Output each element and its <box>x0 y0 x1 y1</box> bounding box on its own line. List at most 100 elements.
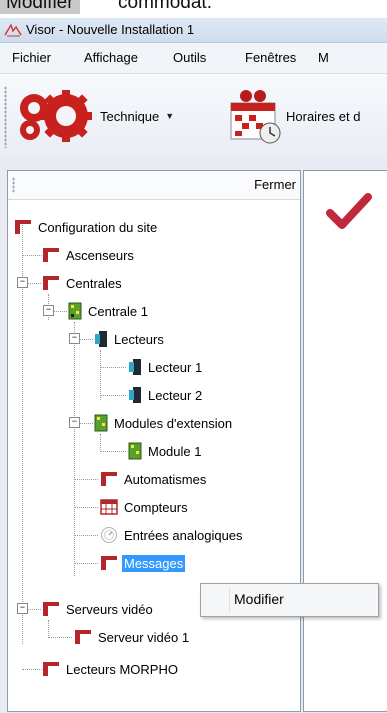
tree-line <box>48 620 49 638</box>
technique-button[interactable]: Technique ▼ <box>12 84 174 148</box>
caption-text: commodat. <box>118 0 212 13</box>
card-reader-icon <box>129 359 141 375</box>
main-area: Fermer − − − − − Configuration du site A… <box>0 158 387 713</box>
tree-item-ascenseurs[interactable]: Ascenseurs <box>42 244 136 266</box>
collapse-toggle[interactable]: − <box>69 333 80 344</box>
caption-strip: Modifier commodat. <box>0 0 387 18</box>
tree-line <box>74 322 75 576</box>
menu-affichage[interactable]: Affichage <box>84 50 138 65</box>
tree-item-centrale-1[interactable]: Centrale 1 <box>68 300 150 322</box>
tree-item-serveurs-video[interactable]: Serveurs vidéo <box>42 598 155 620</box>
red-folder-icon <box>15 220 31 234</box>
tree-item-label: Module 1 <box>148 443 202 459</box>
caption-highlighted-text: Modifier <box>0 0 80 14</box>
tree-item-label: Automatismes <box>124 471 207 487</box>
menu-more[interactable]: M <box>318 50 329 65</box>
gauge-icon <box>101 527 117 543</box>
tree-item-modules-extension[interactable]: Modules d'extension <box>94 412 234 434</box>
tree-item-serveur-video-1[interactable]: Serveur vidéo 1 <box>74 626 191 648</box>
toolbar: Technique ▼ Horaires et d <box>0 74 387 159</box>
panel-grip[interactable] <box>12 177 15 193</box>
card-reader-icon <box>129 387 141 403</box>
tree-item-label: Centrales <box>66 275 122 291</box>
red-folder-icon <box>75 630 91 644</box>
tree-line <box>100 367 126 368</box>
horaires-label: Horaires et d <box>286 108 361 124</box>
collapse-toggle[interactable]: − <box>69 417 80 428</box>
tree-item-lecteurs-morpho[interactable]: Lecteurs MORPHO <box>42 658 180 680</box>
menu-outils[interactable]: Outils <box>173 50 206 65</box>
menu-fichier[interactable]: Fichier <box>12 50 51 65</box>
site-config-panel: Fermer − − − − − Configuration du site A… <box>7 170 301 712</box>
counter-grid-icon <box>100 499 118 515</box>
tree-line <box>74 535 98 536</box>
tree-item-label: Serveur vidéo 1 <box>98 629 190 645</box>
tree-line <box>79 423 93 424</box>
site-tree: − − − − − Configuration du site Ascenseu… <box>8 199 300 709</box>
title-bar: Visor - Nouvelle Installation 1 <box>0 18 387 43</box>
tree-item-label: Modules d'extension <box>114 415 233 431</box>
tree-item-label: Entrées analogiques <box>124 527 243 543</box>
tree-item-entrees-analogiques[interactable]: Entrées analogiques <box>100 524 245 546</box>
extension-module-icon <box>128 442 142 460</box>
tree-item-centrales[interactable]: Centrales <box>42 272 124 294</box>
calendar-people-icon <box>230 90 281 144</box>
gears-icon <box>20 90 92 142</box>
menu-fenetres[interactable]: Fenêtres <box>245 50 296 65</box>
checkmark-icon <box>326 193 372 229</box>
context-menu-modifier[interactable]: Modifier <box>234 584 374 614</box>
red-folder-icon <box>43 602 59 616</box>
tree-line <box>100 395 126 396</box>
card-reader-icon <box>95 331 107 347</box>
tree-line <box>79 339 93 340</box>
tree-item-label: Configuration du site <box>38 219 158 235</box>
visor-logo-icon <box>4 23 22 37</box>
tree-line <box>100 434 101 452</box>
tree-line <box>48 637 72 638</box>
horaires-button[interactable]: Horaires et d <box>228 84 360 148</box>
tree-line <box>74 479 98 480</box>
red-folder-icon <box>43 248 59 262</box>
tree-item-label: Centrale 1 <box>88 303 148 319</box>
tree-line <box>27 283 41 284</box>
window-title: Visor - Nouvelle Installation 1 <box>26 22 195 37</box>
red-folder-icon <box>43 276 59 290</box>
context-menu-separator <box>229 587 230 613</box>
tree-item-configuration-du-site[interactable]: Configuration du site <box>14 216 159 238</box>
collapse-toggle[interactable]: − <box>17 277 28 288</box>
collapse-toggle[interactable]: − <box>43 305 54 316</box>
red-folder-icon <box>43 662 59 676</box>
toolbar-grip[interactable] <box>4 86 7 148</box>
tree-item-label: Lecteur 2 <box>148 387 203 403</box>
tree-item-lecteur-2[interactable]: Lecteur 2 <box>128 384 204 406</box>
tree-item-compteurs[interactable]: Compteurs <box>100 496 190 518</box>
tree-item-label: Ascenseurs <box>66 247 134 263</box>
tree-item-label: Compteurs <box>124 499 188 515</box>
menu-bar: Fichier Affichage Outils Fenêtres M <box>0 43 387 74</box>
collapse-toggle[interactable]: − <box>17 603 28 614</box>
tree-line <box>100 350 101 400</box>
tree-item-lecteurs[interactable]: Lecteurs <box>94 328 166 350</box>
tree-line <box>74 507 98 508</box>
red-folder-icon <box>101 472 117 486</box>
tree-item-automatismes[interactable]: Automatismes <box>100 468 208 490</box>
tree-line <box>27 609 41 610</box>
tree-line <box>53 311 67 312</box>
tree-item-label: Lecteurs MORPHO <box>66 661 178 677</box>
close-panel-button[interactable]: Fermer <box>254 177 296 192</box>
tree-item-label: Messages <box>122 554 186 572</box>
tree-item-module-1[interactable]: Module 1 <box>128 440 203 462</box>
tree-line <box>22 255 42 256</box>
content-panel <box>303 170 387 712</box>
technique-label: Technique <box>100 108 160 124</box>
tree-item-label: Lecteurs <box>114 331 164 347</box>
tree-item-label: Lecteur 1 <box>148 359 203 375</box>
controller-board-icon <box>68 302 82 320</box>
tree-item-lecteur-1[interactable]: Lecteur 1 <box>128 356 204 378</box>
tree-line <box>100 451 126 452</box>
extension-module-icon <box>94 414 108 432</box>
panel-header: Fermer <box>8 171 300 200</box>
context-menu: Modifier <box>200 583 379 617</box>
tree-item-messages[interactable]: Messages <box>100 552 186 574</box>
dropdown-arrow-icon[interactable]: ▼ <box>165 111 174 121</box>
